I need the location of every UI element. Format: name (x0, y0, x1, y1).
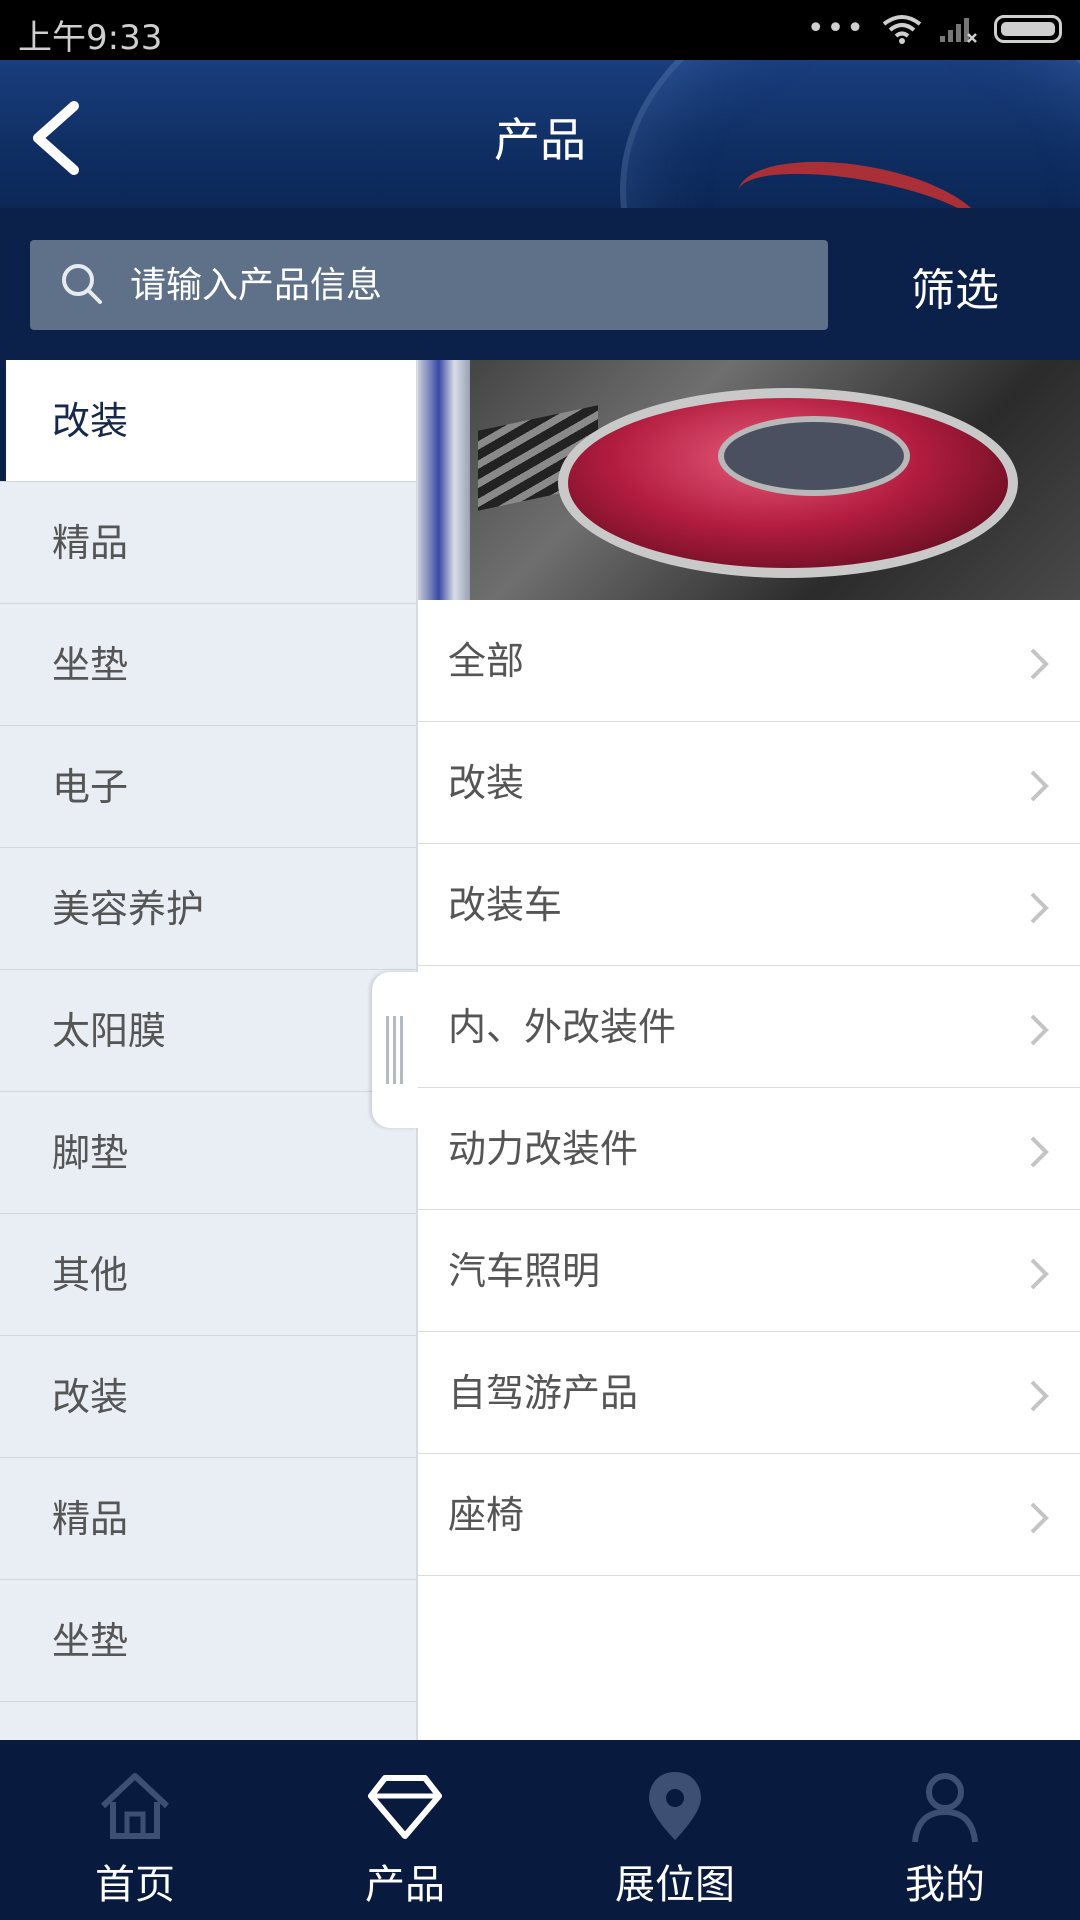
more-dots-icon: ••• (806, 11, 866, 46)
subcategory-item[interactable]: 自驾游产品 (418, 1332, 1080, 1454)
chevron-right-icon (1030, 1014, 1049, 1046)
page-title: 产品 (494, 113, 586, 167)
category-item[interactable]: 精品 (0, 1458, 416, 1580)
search-bar: 筛选 (0, 208, 1080, 360)
wifi-icon (882, 15, 922, 44)
category-item[interactable]: 电子 (0, 726, 416, 848)
nav-label-me: 我的 (905, 1862, 985, 1908)
signal-icon (940, 18, 977, 43)
subcategory-label: 改装车 (448, 883, 563, 927)
subcategory-item[interactable]: 动力改装件 (418, 1088, 1080, 1210)
chevron-right-icon (1030, 1380, 1049, 1412)
subcategory-item[interactable]: 座椅 (418, 1454, 1080, 1576)
nav-label-home: 首页 (95, 1862, 175, 1908)
subcategory-label: 内、外改装件 (448, 1005, 677, 1049)
category-sidebar: 改装 精品 坐垫 电子 美容养护 太阳膜 脚垫 其他 改装 精品 坐垫 (0, 360, 416, 1740)
app-screen: 上午9:33 ••• 产品 请输入产品信息 筛选 改装 精品 坐垫 电子 美容养… (0, 0, 1080, 1920)
nav-label-products: 产品 (365, 1862, 445, 1908)
diamond-icon (368, 1775, 442, 1839)
bottom-nav: 首页 产品 展位图 我的 (0, 1740, 1080, 1920)
location-pin-icon (649, 1772, 701, 1840)
subcategory-label: 汽车照明 (448, 1249, 601, 1293)
chevron-right-icon (1030, 892, 1049, 924)
subcategory-label: 座椅 (448, 1493, 525, 1537)
user-icon (912, 1773, 978, 1843)
drag-handle[interactable] (372, 972, 418, 1128)
subcategory-label: 动力改装件 (448, 1127, 639, 1171)
nav-item-me[interactable]: 我的 (810, 1740, 1080, 1920)
battery-icon (994, 15, 1062, 43)
subcategory-item[interactable]: 汽车照明 (418, 1210, 1080, 1332)
status-bar: 上午9:33 ••• (0, 0, 1080, 60)
subcategory-item[interactable]: 改装 (418, 722, 1080, 844)
chevron-right-icon (1030, 1258, 1049, 1290)
nav-item-home[interactable]: 首页 (0, 1740, 270, 1920)
category-banner-image (418, 360, 1080, 600)
category-item[interactable]: 改装 (0, 1336, 416, 1458)
search-icon (62, 264, 102, 304)
category-item[interactable]: 改装 (0, 360, 416, 482)
nav-item-products[interactable]: 产品 (270, 1740, 540, 1920)
banner-product (558, 388, 1018, 578)
filter-button[interactable]: 筛选 (860, 254, 1050, 316)
subcategory-list: 全部改装改装车内、外改装件 动力改装件汽车照明自驾游产品座椅 (418, 600, 1080, 1576)
header: 产品 (0, 60, 1080, 208)
nav-item-booth-map[interactable]: 展位图 (540, 1740, 810, 1920)
chevron-right-icon (1030, 648, 1049, 680)
category-item[interactable]: 美容养护 (0, 848, 416, 970)
subcategory-item[interactable]: 内、外改装件 (418, 966, 1080, 1088)
drag-grip-line (393, 1016, 396, 1084)
chevron-right-icon (1030, 1136, 1049, 1168)
drag-grip-line (386, 1016, 389, 1084)
category-item[interactable]: 坐垫 (0, 604, 416, 726)
category-item[interactable]: 太阳膜 (0, 970, 416, 1092)
category-item[interactable]: 脚垫 (0, 1092, 416, 1214)
category-item[interactable]: 坐垫 (0, 1580, 416, 1702)
status-icons: ••• (807, 14, 1062, 44)
subcategory-label: 自驾游产品 (448, 1371, 639, 1415)
subcategory-label: 改装 (448, 761, 525, 805)
category-item[interactable]: 精品 (0, 482, 416, 604)
subcategory-item[interactable]: 全部 (418, 600, 1080, 722)
subcategory-item[interactable]: 改装车 (418, 844, 1080, 966)
category-item[interactable]: 其他 (0, 1214, 416, 1336)
banner-cans (418, 360, 470, 600)
chevron-right-icon (1030, 1502, 1049, 1534)
home-icon (100, 1773, 170, 1839)
subcategory-label: 全部 (448, 639, 525, 683)
status-time: 上午9:33 (18, 18, 163, 58)
search-box[interactable] (30, 240, 828, 330)
search-input[interactable] (130, 240, 810, 330)
chevron-right-icon (1030, 770, 1049, 802)
nav-label-booth-map: 展位图 (615, 1862, 735, 1908)
drag-grip-line (400, 1016, 403, 1084)
